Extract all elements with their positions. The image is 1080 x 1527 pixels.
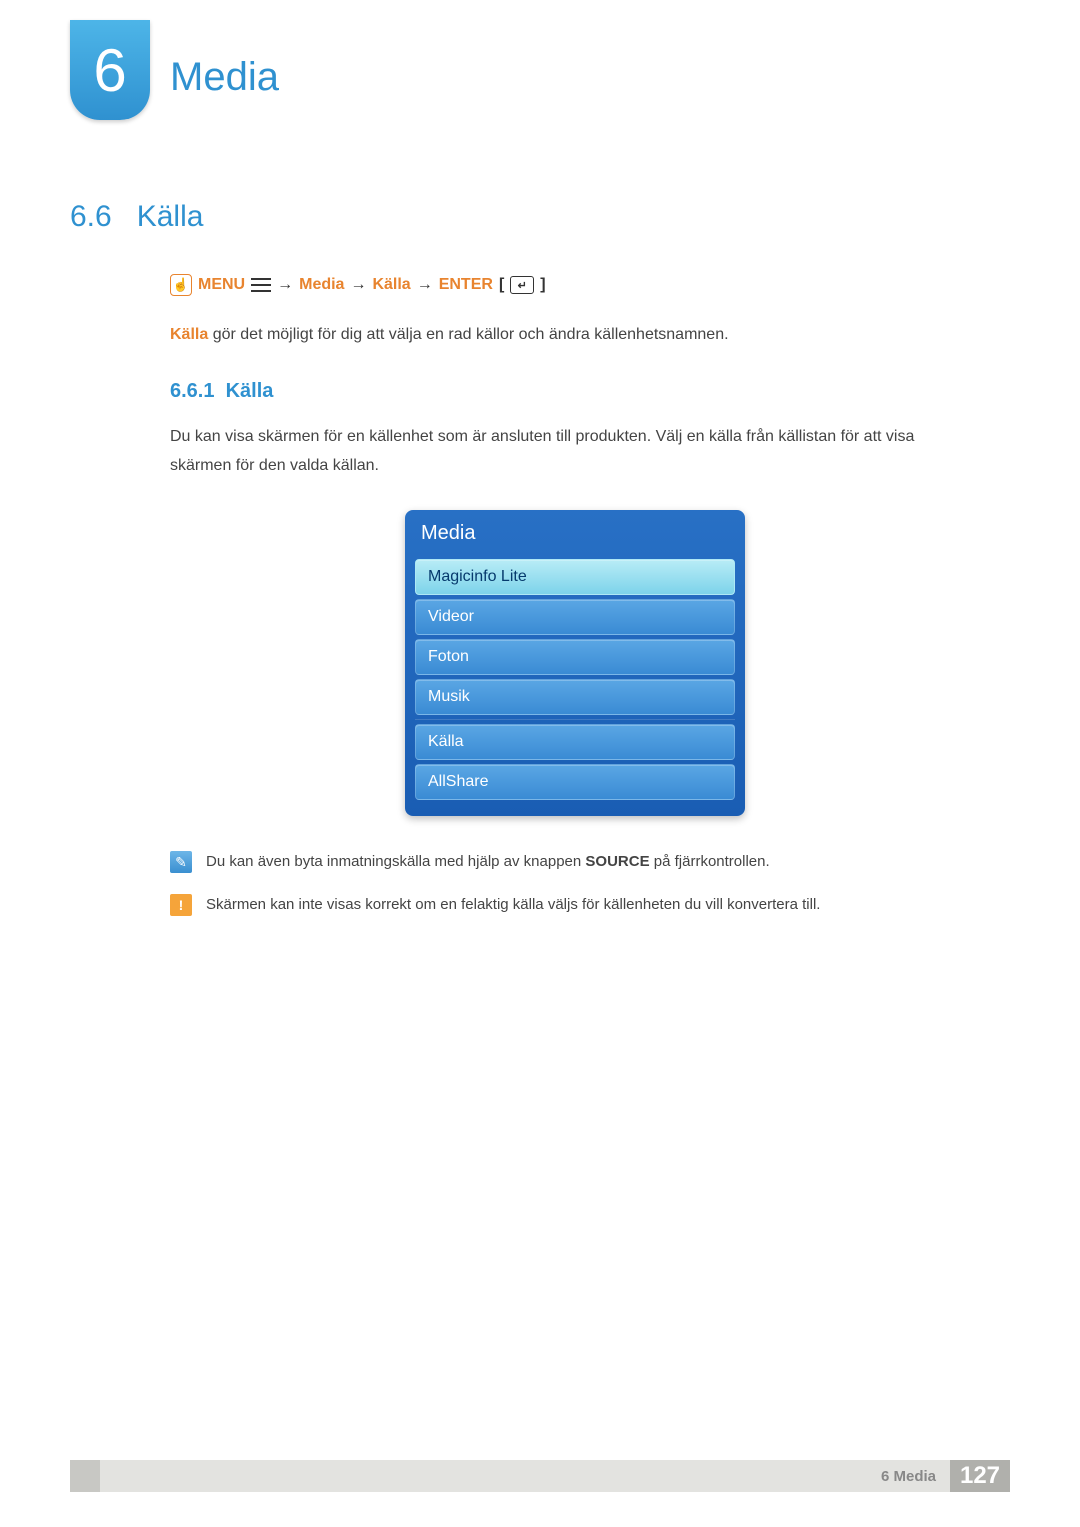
section-number: 6.6 (70, 200, 112, 233)
intro-rest: gör det möjligt för dig att välja en rad… (208, 326, 728, 343)
menu-item-magicinfo[interactable]: Magicinfo Lite (415, 559, 735, 595)
menu-item-kalla[interactable]: Källa (415, 724, 735, 760)
tip-note: ✎ Du kan även byta inmatningskälla med h… (170, 851, 980, 874)
menu-item-foton[interactable]: Foton (415, 639, 735, 675)
nav-arrow-3: → (417, 276, 433, 294)
pencil-icon: ✎ (170, 851, 192, 873)
menu-item-musik[interactable]: Musik (415, 679, 735, 715)
intro-bold: Källa (170, 326, 208, 343)
menu-item-videor[interactable]: Videor (415, 599, 735, 635)
nav-arrow-1: → (277, 276, 293, 294)
intro-text: Källa gör det möjligt för dig att välja … (170, 321, 980, 350)
warning-text: Skärmen kan inte visas korrekt om en fel… (206, 894, 820, 917)
tip-pre: Du kan även byta inmatningskälla med hjä… (206, 853, 585, 870)
nav-arrow-2: → (350, 276, 366, 294)
subsection-text: Du kan visa skärmen för en källenhet som… (170, 423, 980, 481)
warning-note: ! Skärmen kan inte visas korrekt om en f… (170, 894, 980, 917)
nav-enter-label: ENTER (439, 276, 493, 294)
media-menu-title: Media (405, 510, 745, 555)
menu-item-allshare[interactable]: AllShare (415, 764, 735, 800)
chapter-title: Media (170, 55, 279, 100)
section-heading: 6.6 Källa (70, 200, 1010, 234)
chapter-header: 6 Media (70, 20, 1010, 120)
hand-icon: ☝ (170, 274, 192, 296)
menu-bars-icon (251, 278, 271, 292)
tip-text: Du kan även byta inmatningskälla med hjä… (206, 851, 770, 874)
footer-stripe: 6 Media (70, 1460, 950, 1492)
section-title: Källa (137, 200, 204, 233)
nav-menu-label: MENU (198, 276, 245, 294)
navigation-path: ☝ MENU → Media → Källa → ENTER[↵] (170, 274, 980, 296)
tip-post: på fjärrkontrollen. (650, 853, 770, 870)
page-number: 127 (950, 1460, 1010, 1492)
nav-step-media: Media (299, 276, 344, 294)
subsection-heading: 6.6.1 Källa (170, 380, 980, 403)
menu-screenshot: Media Magicinfo Lite Videor Foton Musik … (170, 510, 980, 816)
footer-accent (70, 1460, 100, 1492)
menu-divider (415, 719, 735, 720)
media-menu: Media Magicinfo Lite Videor Foton Musik … (405, 510, 745, 816)
subsection-title: Källa (226, 380, 274, 402)
nav-step-kalla: Källa (372, 276, 410, 294)
subsection-number: 6.6.1 (170, 380, 214, 402)
page-footer: 6 Media 127 (0, 1460, 1080, 1492)
tip-bold: SOURCE (585, 853, 649, 870)
enter-icon: ↵ (510, 276, 534, 294)
footer-chapter-label: 6 Media (881, 1468, 936, 1485)
chapter-number-badge: 6 (70, 20, 150, 120)
warning-icon: ! (170, 894, 192, 916)
